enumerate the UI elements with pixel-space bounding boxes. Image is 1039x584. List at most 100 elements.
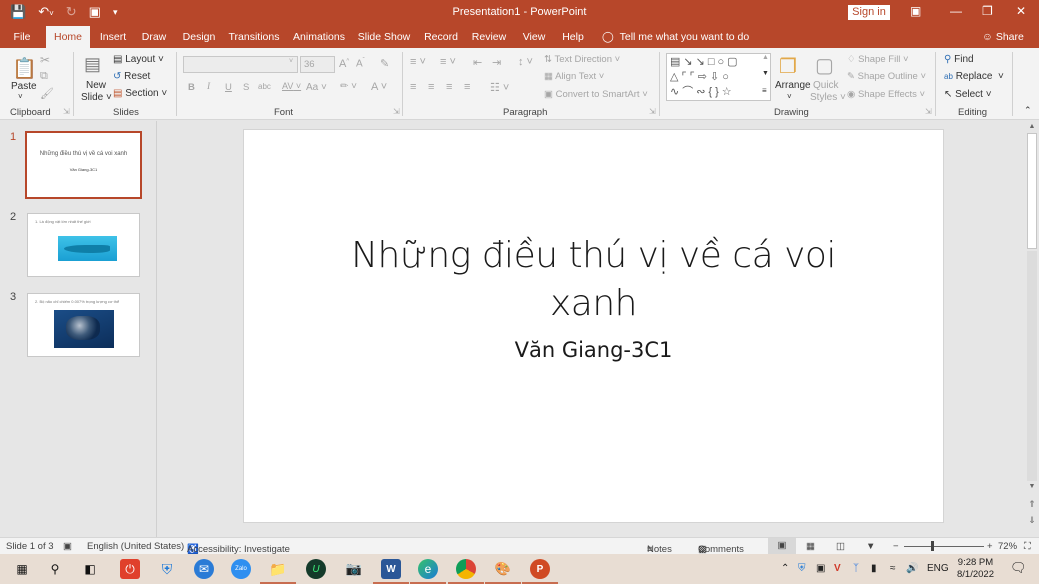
tab-review[interactable]: Review [468, 26, 510, 48]
zoom-slider-thumb[interactable] [930, 541, 934, 551]
wifi-icon[interactable]: ≈ [890, 563, 896, 574]
replace-button[interactable]: ab Replace ˅ [944, 71, 1004, 82]
ribbon-display-options-icon[interactable]: ▣ [910, 4, 921, 18]
input-language[interactable]: ENG [927, 563, 949, 574]
shape-outline-button[interactable]: ✎ Shape Outline ˅ [847, 71, 926, 82]
scrollbar-track[interactable] [1027, 251, 1037, 481]
underline-button[interactable]: U [225, 82, 232, 93]
grow-font-button[interactable]: A^ [339, 58, 349, 70]
tab-draw[interactable]: Draw [138, 26, 170, 48]
scroll-up-icon[interactable]: ▲ [1026, 123, 1038, 130]
font-launcher-icon[interactable]: ⇲ [393, 107, 400, 116]
minimize-icon[interactable]: — [950, 4, 962, 18]
shapes-gallery[interactable]: ▤↘↘□○▢ △⌜⌜⇨⇩○ ∿⌒∾{}☆ [666, 53, 771, 101]
align-text-button[interactable]: ▦ Align Text ˅ [544, 71, 604, 82]
bluetooth-icon[interactable]: ᛉ [853, 563, 859, 574]
character-spacing-button[interactable]: AV ˅ [282, 81, 301, 91]
tell-me-search[interactable]: ◯ Tell me what you want to do [602, 26, 752, 48]
paragraph-launcher-icon[interactable]: ⇲ [649, 107, 656, 116]
quick-styles-button[interactable]: Quick [813, 80, 839, 91]
slide-thumbnail-pane[interactable]: 1 Những điều thú vị về cá voi xanh Văn G… [0, 121, 157, 537]
shrink-font-button[interactable]: Aˇ [356, 58, 365, 69]
clear-formatting-icon[interactable]: ✎ [380, 57, 389, 70]
arrange-button[interactable]: Arrange [775, 80, 811, 91]
find-button[interactable]: ⚲ Find [944, 54, 974, 65]
vertical-scrollbar[interactable]: ▲ ▼ ⇑ ⇓ [1025, 121, 1039, 537]
reset-button[interactable]: ↺ Reset [113, 71, 150, 82]
system-clock[interactable]: 9:28 PM 8/1/2022 [957, 557, 994, 581]
tab-help[interactable]: Help [558, 26, 588, 48]
strikethrough-button[interactable]: abc [258, 82, 271, 91]
spelling-check-icon[interactable]: ▣ [63, 541, 72, 552]
zoom-slider-track[interactable] [904, 546, 984, 547]
gallery-more[interactable]: ≡ [762, 86, 767, 95]
font-name-box[interactable] [183, 56, 298, 73]
chrome-icon[interactable] [448, 559, 484, 584]
shape-effects-button[interactable]: ◉ Shape Effects ˅ [847, 89, 925, 100]
decrease-indent-button[interactable]: ⇤ [473, 56, 482, 69]
powerpoint-icon[interactable]: P [522, 559, 558, 584]
highlight-color-button[interactable]: ✏ ˅ [340, 81, 357, 92]
format-painter-icon[interactable]: 🖌 [40, 87, 54, 100]
font-color-button[interactable]: A ˅ [371, 81, 387, 93]
tab-view[interactable]: View [518, 26, 550, 48]
slide-thumbnail-1[interactable]: Những điều thú vị về cá voi xanh Văn Gia… [25, 131, 142, 199]
language-indicator[interactable]: English (United States) [87, 541, 184, 552]
convert-smartart-button[interactable]: ▣ Convert to SmartArt ˅ [544, 89, 648, 100]
zoom-out-button[interactable]: − [893, 541, 899, 552]
tab-transitions[interactable]: Transitions [226, 26, 282, 48]
start-icon[interactable]: ▦ [12, 559, 32, 579]
section-button[interactable]: ▤ Section ˅ [113, 88, 167, 99]
italic-button[interactable]: I [207, 82, 210, 92]
align-left-button[interactable]: ≡ [410, 81, 416, 93]
paste-button[interactable]: Paste [11, 81, 37, 92]
arrange-dropdown-icon[interactable]: ˅ [787, 92, 792, 101]
clipboard-launcher-icon[interactable]: ⇲ [63, 107, 70, 116]
task-view-icon[interactable]: ◧ [80, 559, 100, 579]
cut-icon[interactable]: ✂ [40, 53, 50, 67]
zoom-level[interactable]: 72% [998, 541, 1017, 552]
align-right-button[interactable]: ≡ [446, 81, 452, 93]
battery-icon[interactable]: ▮ [871, 563, 877, 574]
tab-animations[interactable]: Animations [290, 26, 348, 48]
tab-design[interactable]: Design [178, 26, 220, 48]
paste-dropdown-icon[interactable]: ˅ [18, 92, 23, 101]
justify-button[interactable]: ≡ [464, 81, 470, 93]
new-slide-dropdown[interactable]: Slide ˅ [81, 92, 112, 103]
gallery-scroll-up[interactable]: ▲ [762, 54, 769, 61]
fit-to-window-icon[interactable]: ⛶ [1024, 541, 1031, 552]
reading-view-button[interactable]: ◫ [836, 541, 845, 552]
show-hidden-icons[interactable]: ⌃ [781, 563, 789, 574]
line-spacing-button[interactable]: ↕ ˅ [518, 56, 533, 68]
tab-home[interactable]: Home [46, 26, 90, 48]
shape-fill-button[interactable]: ♢ Shape Fill ˅ [847, 54, 909, 65]
messaging-app-icon[interactable]: ✉ [194, 559, 214, 579]
tray-v-icon[interactable]: V [834, 563, 841, 574]
tray-meet-icon[interactable]: ▣ [816, 563, 825, 574]
increase-indent-button[interactable]: ⇥ [492, 56, 501, 69]
text-direction-button[interactable]: ⇅ Text Direction ˅ [544, 54, 620, 65]
file-explorer-icon[interactable]: 📁 [260, 559, 296, 584]
shield-app-icon[interactable]: ⛨ [157, 559, 177, 579]
volume-icon[interactable]: 🔊 [906, 563, 918, 574]
slide-thumbnail-3[interactable]: 2. Bộ não chỉ chiếm 0.007% trọng lượng c… [27, 293, 140, 357]
next-slide-icon[interactable]: ⇓ [1026, 515, 1038, 526]
quick-styles-dropdown[interactable]: Styles ˅ [810, 92, 846, 103]
zoom-in-button[interactable]: + [987, 541, 993, 552]
zalo-icon[interactable]: Zalo [231, 559, 251, 579]
slide-sorter-button[interactable]: ▦ [806, 541, 815, 552]
text-shadow-button[interactable]: S [243, 82, 249, 93]
word-icon[interactable]: W [373, 559, 409, 584]
u-app-icon[interactable]: U [306, 559, 326, 579]
font-name-dropdown-icon[interactable]: ˅ [289, 58, 293, 65]
bullets-button[interactable]: ≡ ˅ [410, 56, 426, 68]
center-button[interactable]: ≡ [428, 81, 434, 93]
slide-subtitle[interactable]: Văn Giang-3C1 [244, 338, 943, 362]
font-size-box[interactable]: 36 [300, 56, 335, 73]
search-icon[interactable]: ⚲ [45, 559, 65, 579]
columns-button[interactable]: ☷ ˅ [490, 81, 509, 94]
drawing-launcher-icon[interactable]: ⇲ [925, 107, 932, 116]
bold-button[interactable]: B [188, 82, 195, 93]
notification-center-icon[interactable]: 🗨 [1010, 560, 1027, 576]
layout-button[interactable]: ▤ Layout ˅ [113, 54, 164, 65]
